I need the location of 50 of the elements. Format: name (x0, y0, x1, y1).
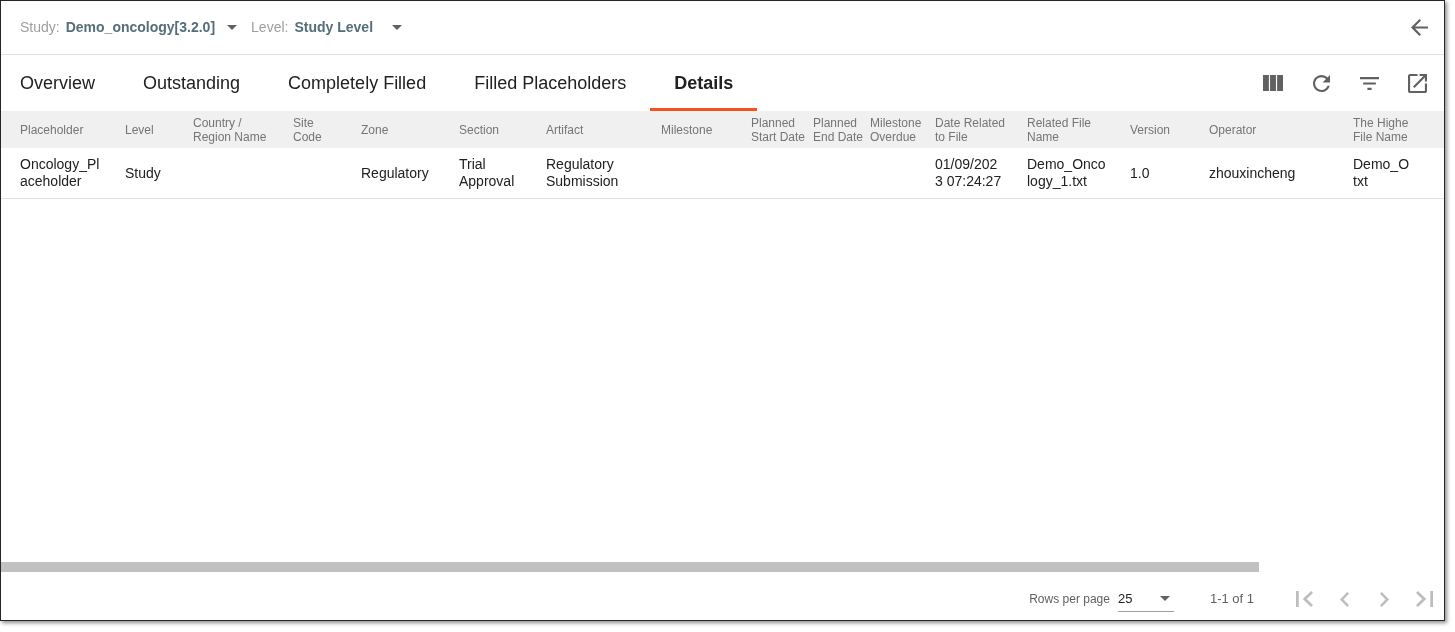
table-cell: 01/09/2023 07:24:27 (935, 156, 1003, 190)
external-link-icon (1407, 73, 1427, 93)
rows-per-page-label: Rows per page (1029, 591, 1110, 608)
column-header: Operator (1209, 123, 1257, 138)
first-page-icon (1295, 591, 1313, 607)
page-range: 1-1 of 1 (1209, 590, 1254, 609)
table-cell-text: Regulatory Submission (546, 156, 620, 190)
tab[interactable]: Outstanding (119, 55, 265, 111)
refresh-icon (1312, 74, 1330, 92)
column-header: Section (459, 123, 500, 138)
filter-select[interactable]: Demo_oncology[3.2.0] (65, 17, 238, 38)
tab[interactable]: Filled Placeholders (450, 55, 651, 111)
column-header: Planned Start Date (751, 115, 807, 144)
caret-icon (227, 25, 238, 30)
tab[interactable]: Completely Filled (264, 55, 451, 111)
filter-icon (1359, 76, 1379, 90)
column-header: Country / Region Name (193, 115, 268, 144)
column-header: Artifact (546, 123, 584, 138)
chevron-right-icon (1379, 591, 1389, 607)
column-header: Planned End Date (813, 115, 865, 144)
table-cell: Study (125, 165, 161, 183)
filter-label: Study: (20, 18, 60, 37)
column-header: Date Related to File (935, 115, 1007, 144)
rows-per-page-select[interactable]: 25 (1117, 586, 1174, 612)
column-header: Related File Name (1027, 115, 1093, 144)
column-header: Version (1130, 123, 1171, 138)
scrollbar-thumb[interactable] (1, 562, 1259, 572)
table-cell: Demo_Oncology_1.txt (1027, 156, 1107, 190)
column-header: Zone (361, 123, 389, 138)
table-cell-text: Oncology_Placeholder (20, 156, 101, 190)
table-cell: 1.0 (1130, 165, 1150, 183)
filter-label: Level: (251, 18, 289, 37)
last-page-icon (1415, 591, 1433, 607)
caret-icon (392, 25, 403, 30)
column-header: Site Code (293, 115, 323, 144)
caret-icon (1159, 596, 1170, 601)
table-cell-text: Trial Approval (459, 156, 516, 190)
table-cell: zhouxincheng (1209, 165, 1296, 183)
chevron-left-icon (1339, 591, 1349, 607)
column-header: Level (125, 123, 154, 138)
column-header: Milestone Overdue (870, 115, 923, 144)
table-cell: Regulatory (361, 165, 429, 183)
columns-icon (1263, 75, 1283, 91)
column-header: Milestone (661, 123, 713, 138)
column-header: The Highe File Name (1353, 115, 1410, 144)
table-cell-text: Demo_O txt (1353, 156, 1411, 190)
column-header: Placeholder (20, 123, 84, 138)
tab[interactable]: Overview (0, 55, 119, 111)
back-arrow-icon (1411, 19, 1428, 36)
filter-select[interactable]: Study Level (294, 17, 403, 38)
